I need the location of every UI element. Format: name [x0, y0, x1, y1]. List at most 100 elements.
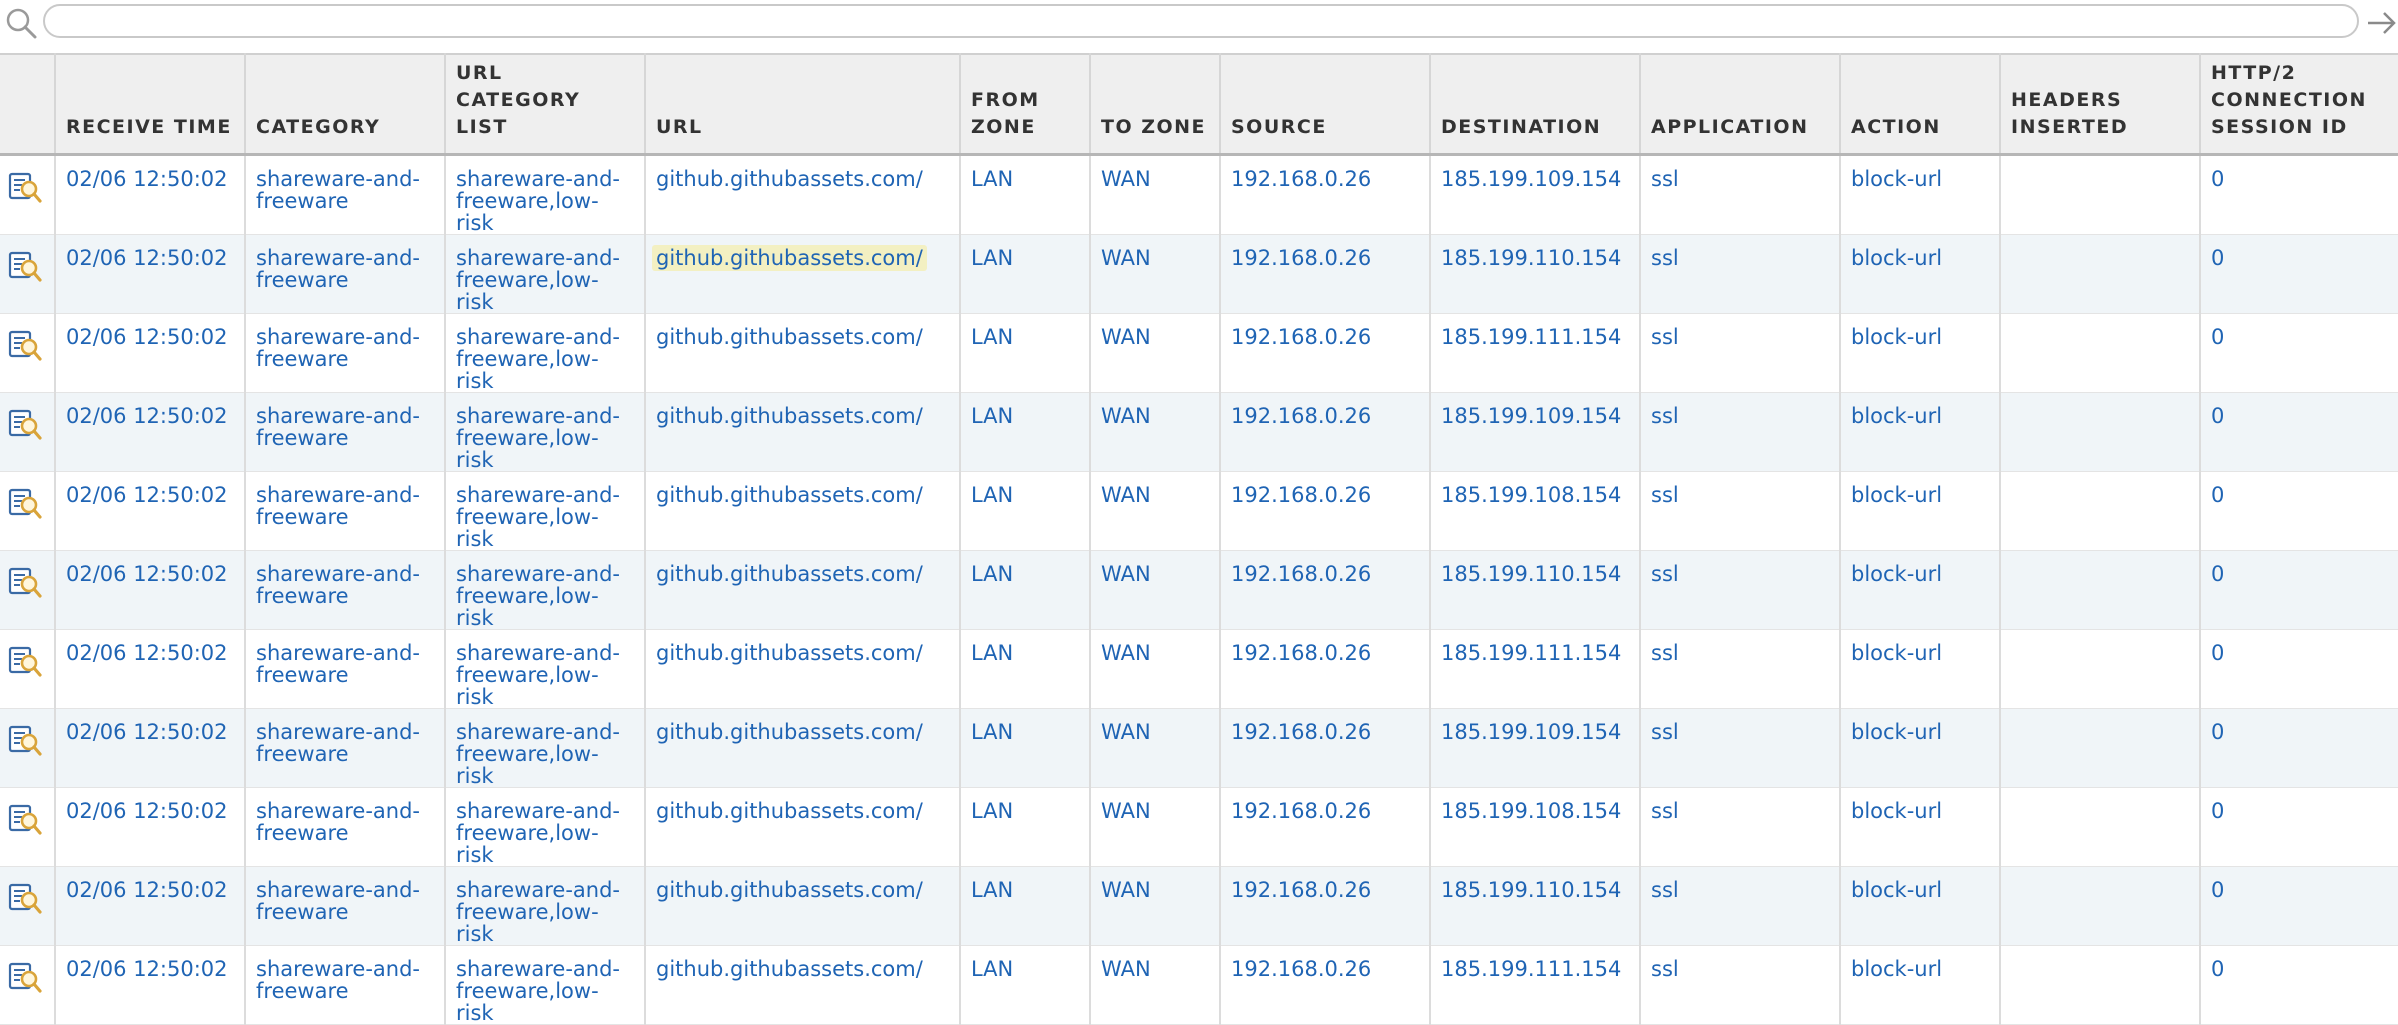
detail-cell[interactable]: [0, 787, 56, 867]
url-value[interactable]: github.githubassets.com/: [656, 720, 923, 744]
log-row[interactable]: 02/06 12:50:02 shareware-and-freeware shar…: [0, 392, 2398, 472]
log-detail-icon[interactable]: [8, 802, 42, 836]
receive-time-cell[interactable]: 02/06 12:50:02: [55, 787, 246, 867]
detail-cell[interactable]: [0, 234, 56, 314]
log-detail-icon[interactable]: [8, 565, 42, 599]
log-row[interactable]: 02/06 12:50:02 shareware-and-freeware shar…: [0, 154, 2398, 235]
detail-cell[interactable]: [0, 313, 56, 393]
category-value[interactable]: shareware-and-freeware: [256, 167, 420, 213]
application-value[interactable]: ssl: [1651, 720, 1679, 744]
url-cell[interactable]: github.githubassets.com/: [645, 471, 961, 551]
url-category-list-value[interactable]: shareware-and-freeware,low-risk: [456, 404, 620, 471]
column-header-headers-inserted[interactable]: HEADERS INSERTED: [2000, 53, 2201, 156]
application-value[interactable]: ssl: [1651, 799, 1679, 823]
url-category-list-cell[interactable]: shareware-and-freeware,low-risk: [445, 154, 646, 235]
application-value[interactable]: ssl: [1651, 562, 1679, 586]
application-value[interactable]: ssl: [1651, 246, 1679, 270]
destination-cell[interactable]: 185.199.110.154: [1430, 550, 1641, 630]
url-category-list-value[interactable]: shareware-and-freeware,low-risk: [456, 325, 620, 392]
headers-inserted-cell[interactable]: [2000, 708, 2201, 788]
url-category-list-cell[interactable]: shareware-and-freeware,low-risk: [445, 313, 646, 393]
log-row[interactable]: 02/06 12:50:02 shareware-and-freeware shar…: [0, 313, 2398, 393]
headers-inserted-cell[interactable]: [2000, 392, 2201, 472]
from-zone-cell[interactable]: LAN: [960, 866, 1091, 946]
to-zone-value[interactable]: WAN: [1101, 799, 1151, 823]
headers-inserted-cell[interactable]: [2000, 787, 2201, 867]
category-value[interactable]: shareware-and-freeware: [256, 641, 420, 687]
action-cell[interactable]: block-url: [1840, 708, 2001, 788]
log-detail-icon[interactable]: [8, 644, 42, 678]
detail-cell[interactable]: [0, 629, 56, 709]
receive-time-value[interactable]: 02/06 12:50:02: [66, 641, 228, 665]
source-cell[interactable]: 192.168.0.26: [1220, 945, 1431, 1025]
category-cell[interactable]: shareware-and-freeware: [245, 471, 446, 551]
application-cell[interactable]: ssl: [1640, 945, 1841, 1025]
to-zone-cell[interactable]: WAN: [1090, 154, 1221, 235]
receive-time-cell[interactable]: 02/06 12:50:02: [55, 629, 246, 709]
from-zone-cell[interactable]: LAN: [960, 550, 1091, 630]
application-cell[interactable]: ssl: [1640, 392, 1841, 472]
column-header-http2-session-id[interactable]: HTTP/2 CONNECTION SESSION ID: [2200, 53, 2398, 156]
receive-time-value[interactable]: 02/06 12:50:02: [66, 483, 228, 507]
category-value[interactable]: shareware-and-freeware: [256, 483, 420, 529]
column-header-url-category-list[interactable]: URL CATEGORY LIST: [445, 53, 646, 156]
from-zone-value[interactable]: LAN: [971, 167, 1013, 191]
source-cell[interactable]: 192.168.0.26: [1220, 234, 1431, 314]
to-zone-cell[interactable]: WAN: [1090, 787, 1221, 867]
column-header-action[interactable]: ACTION: [1840, 53, 2001, 156]
category-value[interactable]: shareware-and-freeware: [256, 246, 420, 292]
http2-session-id-value[interactable]: 0: [2211, 325, 2224, 349]
receive-time-value[interactable]: 02/06 12:50:02: [66, 167, 228, 191]
from-zone-value[interactable]: LAN: [971, 562, 1013, 586]
action-cell[interactable]: block-url: [1840, 154, 2001, 235]
category-value[interactable]: shareware-and-freeware: [256, 325, 420, 371]
headers-inserted-cell[interactable]: [2000, 866, 2201, 946]
column-header-to-zone[interactable]: TO ZONE: [1090, 53, 1221, 156]
url-category-list-value[interactable]: shareware-and-freeware,low-risk: [456, 799, 620, 866]
http2-session-id-value[interactable]: 0: [2211, 404, 2224, 428]
category-value[interactable]: shareware-and-freeware: [256, 799, 420, 845]
to-zone-cell[interactable]: WAN: [1090, 471, 1221, 551]
detail-cell[interactable]: [0, 945, 56, 1025]
application-cell[interactable]: ssl: [1640, 629, 1841, 709]
destination-value[interactable]: 185.199.111.154: [1441, 641, 1621, 665]
source-value[interactable]: 192.168.0.26: [1231, 641, 1371, 665]
column-header-source[interactable]: SOURCE: [1220, 53, 1431, 156]
receive-time-cell[interactable]: 02/06 12:50:02: [55, 313, 246, 393]
url-value[interactable]: github.githubassets.com/: [656, 878, 923, 902]
headers-inserted-cell[interactable]: [2000, 629, 2201, 709]
to-zone-cell[interactable]: WAN: [1090, 708, 1221, 788]
to-zone-cell[interactable]: WAN: [1090, 392, 1221, 472]
log-detail-icon[interactable]: [8, 486, 42, 520]
http2-session-id-value[interactable]: 0: [2211, 641, 2224, 665]
log-detail-icon[interactable]: [8, 170, 42, 204]
log-row[interactable]: 02/06 12:50:02 shareware-and-freeware shar…: [0, 787, 2398, 867]
headers-inserted-cell[interactable]: [2000, 471, 2201, 551]
url-category-list-value[interactable]: shareware-and-freeware,low-risk: [456, 562, 620, 629]
url-category-list-value[interactable]: shareware-and-freeware,low-risk: [456, 246, 620, 313]
http2-session-id-cell[interactable]: 0: [2200, 471, 2398, 551]
destination-value[interactable]: 185.199.111.154: [1441, 957, 1621, 981]
receive-time-cell[interactable]: 02/06 12:50:02: [55, 471, 246, 551]
log-row[interactable]: 02/06 12:50:02 shareware-and-freeware shar…: [0, 234, 2398, 314]
to-zone-value[interactable]: WAN: [1101, 641, 1151, 665]
action-value[interactable]: block-url: [1851, 246, 1942, 270]
source-value[interactable]: 192.168.0.26: [1231, 246, 1371, 270]
url-category-list-cell[interactable]: shareware-and-freeware,low-risk: [445, 708, 646, 788]
url-category-list-value[interactable]: shareware-and-freeware,low-risk: [456, 720, 620, 787]
from-zone-cell[interactable]: LAN: [960, 629, 1091, 709]
url-value[interactable]: github.githubassets.com/: [656, 483, 923, 507]
from-zone-cell[interactable]: LAN: [960, 154, 1091, 235]
http2-session-id-cell[interactable]: 0: [2200, 787, 2398, 867]
url-cell[interactable]: github.githubassets.com/: [645, 945, 961, 1025]
column-header-from-zone[interactable]: FROM ZONE: [960, 53, 1091, 156]
receive-time-value[interactable]: 02/06 12:50:02: [66, 404, 228, 428]
category-cell[interactable]: shareware-and-freeware: [245, 708, 446, 788]
http2-session-id-cell[interactable]: 0: [2200, 866, 2398, 946]
from-zone-cell[interactable]: LAN: [960, 471, 1091, 551]
source-cell[interactable]: 192.168.0.26: [1220, 866, 1431, 946]
destination-cell[interactable]: 185.199.110.154: [1430, 234, 1641, 314]
action-cell[interactable]: block-url: [1840, 787, 2001, 867]
arrow-right-icon[interactable]: [2366, 8, 2398, 38]
application-cell[interactable]: ssl: [1640, 154, 1841, 235]
